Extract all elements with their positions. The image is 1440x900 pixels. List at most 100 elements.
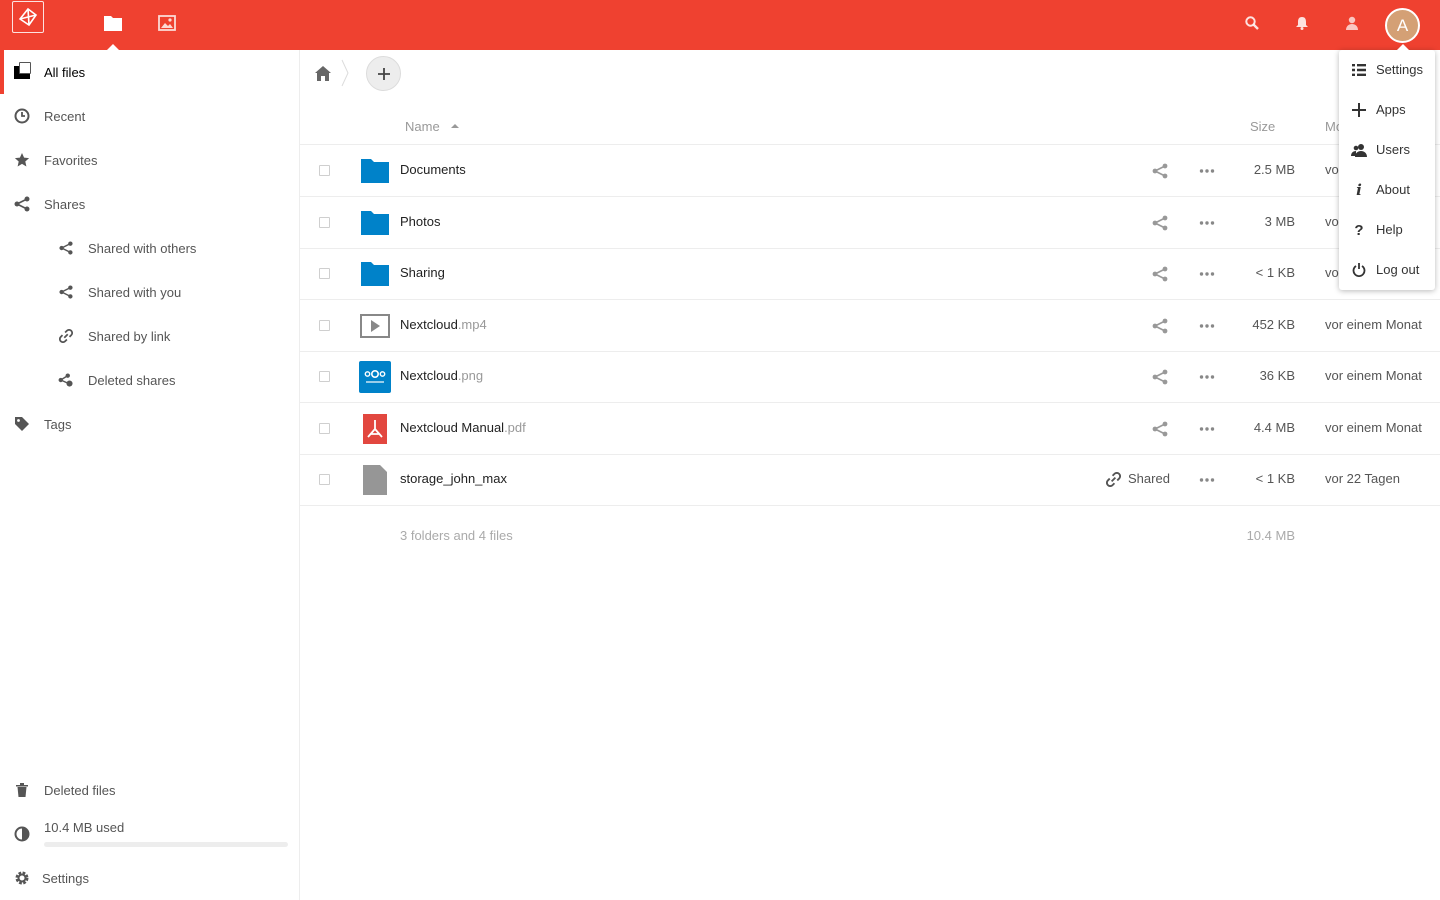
sidebar-item-deleted-shares[interactable]: Deleted shares (0, 358, 299, 402)
share-icon[interactable] (1152, 421, 1168, 437)
menu-item-apps[interactable]: Apps (1339, 90, 1435, 130)
user-menu: Settings Apps Users i About ? Help Log o… (1339, 50, 1435, 290)
file-name[interactable]: Nextcloud.png (400, 368, 483, 383)
sidebar-item-deleted-files[interactable]: Deleted files (0, 768, 299, 812)
deleted-share-icon (58, 372, 74, 388)
nextcloud-logo-icon[interactable] (12, 1, 44, 33)
app-files[interactable] (88, 0, 138, 50)
file-name[interactable]: Sharing (400, 265, 445, 280)
menu-item-label: Log out (1376, 262, 1420, 277)
share-icon (58, 240, 74, 256)
file-name[interactable]: Documents (400, 162, 466, 177)
home-icon[interactable] (314, 64, 332, 82)
notifications-button[interactable] (1277, 0, 1327, 50)
share-icon[interactable] (1152, 318, 1168, 334)
file-row[interactable]: storage_john_max Shared < 1 KB vor 22 Ta… (300, 454, 1440, 506)
sidebar-item-favorites[interactable]: Favorites (0, 138, 299, 182)
more-options-icon[interactable] (1199, 163, 1215, 179)
file-row[interactable]: Documents 2.5 MB vo (300, 145, 1440, 197)
share-icon[interactable] (1152, 215, 1168, 231)
row-checkbox[interactable] (319, 320, 330, 331)
sidebar-item-tags[interactable]: Tags (0, 402, 299, 446)
summary-size: 10.4 MB (1246, 528, 1295, 543)
sidebar-item-shares[interactable]: Shares (0, 182, 299, 226)
sidebar-quota: 10.4 MB used (0, 812, 299, 856)
menu-item-settings[interactable]: Settings (1339, 50, 1435, 90)
row-checkbox[interactable] (319, 371, 330, 382)
file-row[interactable]: Nextcloud.mp4 452 KB vor einem Monat (300, 300, 1440, 352)
file-row[interactable]: Sharing < 1 KB vo (300, 248, 1440, 300)
file-name[interactable]: Nextcloud.mp4 (400, 317, 487, 332)
more-options-icon[interactable] (1199, 318, 1215, 334)
file-summary: 3 folders and 4 files 10.4 MB (300, 520, 1440, 550)
sidebar-item-label: Shares (44, 196, 86, 212)
file-modified: vor 22 Tagen (1325, 471, 1400, 486)
header-bar: A (0, 0, 1440, 50)
file-row[interactable]: Nextcloud Manual.pdf 4.4 MB vor einem Mo… (300, 403, 1440, 455)
sidebar-item-label: All files (44, 64, 86, 80)
menu-item-about[interactable]: i About (1339, 170, 1435, 210)
share-icon (14, 196, 30, 212)
select-all-checkbox[interactable] (19, 62, 31, 74)
file-name[interactable]: Photos (400, 214, 440, 229)
quota-bar (44, 842, 288, 847)
column-header-name[interactable]: Name (405, 119, 440, 134)
row-checkbox[interactable] (319, 217, 330, 228)
search-icon (1244, 15, 1260, 36)
row-checkbox[interactable] (319, 268, 330, 279)
menu-item-help[interactable]: ? Help (1339, 210, 1435, 250)
file-modified: vo (1325, 214, 1339, 229)
deleted-files-label: Deleted files (44, 782, 116, 798)
more-options-icon[interactable] (1199, 421, 1215, 437)
settings-list-icon (1351, 62, 1367, 78)
more-options-icon[interactable] (1199, 472, 1215, 488)
contacts-icon (1344, 15, 1360, 36)
menu-item-users[interactable]: Users (1339, 130, 1435, 170)
folder-icon (104, 15, 122, 36)
row-checkbox[interactable] (319, 165, 330, 176)
more-options-icon[interactable] (1199, 266, 1215, 282)
more-options-icon[interactable] (1199, 369, 1215, 385)
sidebar-item-shared-with-others[interactable]: Shared with others (0, 226, 299, 270)
column-header-size[interactable]: Size (1250, 119, 1275, 134)
file-size: 3 MB (1264, 214, 1295, 229)
menu-item-label: Users (1376, 142, 1410, 157)
file-icon (359, 464, 391, 496)
file-row[interactable]: Photos 3 MB vo (300, 197, 1440, 249)
file-modified: vor einem Monat (1325, 317, 1422, 332)
file-modified: vor einem Monat (1325, 420, 1422, 435)
sidebar-item-shared-by-link[interactable]: Shared by link (0, 314, 299, 358)
share-icon[interactable] (1152, 163, 1168, 179)
share-icon[interactable] (1152, 266, 1168, 282)
breadcrumb-separator (341, 59, 349, 87)
file-row[interactable]: Nextcloud.png 36 KB vor einem Monat (300, 351, 1440, 403)
pdf-file-icon (359, 413, 391, 445)
user-avatar[interactable]: A (1385, 8, 1420, 43)
power-icon (1351, 262, 1367, 278)
shared-label[interactable]: Shared (1128, 471, 1170, 486)
bell-icon (1295, 16, 1309, 35)
file-modified: vo (1325, 162, 1339, 177)
file-size: 2.5 MB (1253, 162, 1295, 177)
link-icon[interactable] (1105, 471, 1122, 490)
contacts-button[interactable] (1327, 0, 1377, 50)
app-gallery[interactable] (142, 0, 192, 50)
menu-item-logout[interactable]: Log out (1339, 250, 1435, 290)
add-button[interactable] (366, 56, 401, 91)
sidebar-settings[interactable]: Settings (0, 856, 299, 900)
file-name[interactable]: Nextcloud Manual.pdf (400, 420, 526, 435)
menu-caret (1396, 44, 1410, 51)
row-checkbox[interactable] (319, 423, 330, 434)
files-main: Name Size Mo Documents 2.5 MB vo Photos (19, 50, 1440, 900)
sidebar-item-all-files[interactable]: All files (0, 50, 299, 94)
more-options-icon[interactable] (1199, 215, 1215, 231)
file-name[interactable]: storage_john_max (400, 471, 507, 486)
row-checkbox[interactable] (319, 474, 330, 485)
link-icon (58, 328, 74, 344)
help-icon: ? (1354, 221, 1364, 239)
sidebar-item-shared-with-you[interactable]: Shared with you (0, 270, 299, 314)
sidebar-item-recent[interactable]: Recent (0, 94, 299, 138)
search-button[interactable] (1227, 0, 1277, 50)
plus-icon (377, 61, 391, 87)
share-icon[interactable] (1152, 369, 1168, 385)
